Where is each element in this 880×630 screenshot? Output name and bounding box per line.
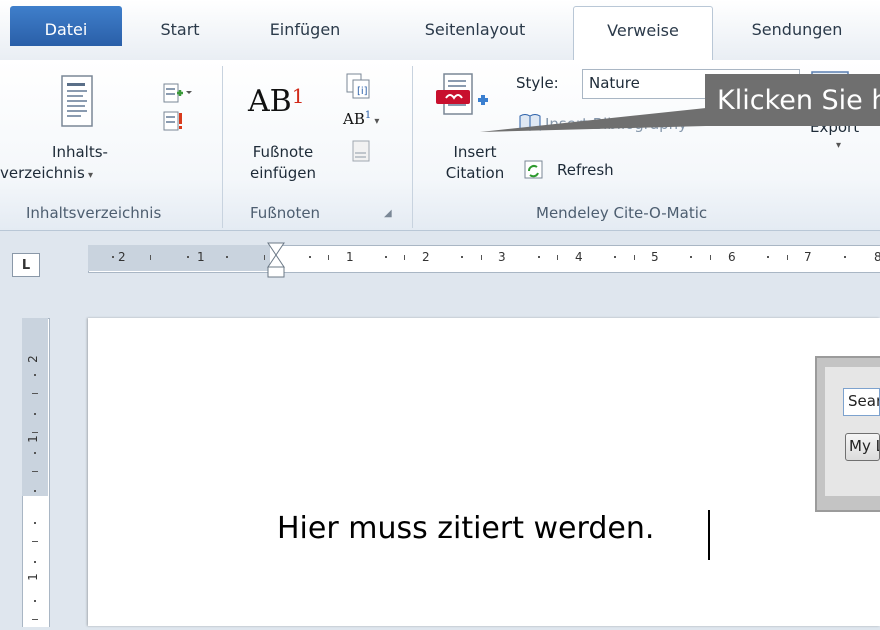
update-table-icon[interactable] bbox=[162, 110, 186, 134]
insert-endnote-icon[interactable]: [i] bbox=[345, 72, 373, 100]
callout-pointer bbox=[480, 104, 720, 134]
toc-button-label-2[interactable]: verzeichnis ▾ bbox=[0, 163, 150, 186]
insert-footnote-button[interactable]: Fußnote einfügen bbox=[240, 142, 326, 184]
document-text[interactable]: Hier muss zitiert werden. bbox=[277, 511, 654, 546]
dialog-launcher-icon[interactable]: ◢ bbox=[384, 208, 392, 219]
indent-marker-icon[interactable] bbox=[266, 241, 286, 279]
dropdown-arrow-icon: ▾ bbox=[84, 170, 93, 181]
group-separator bbox=[412, 66, 413, 228]
dropdown-arrow-icon: ▾ bbox=[836, 140, 842, 151]
refresh-button[interactable]: Refresh bbox=[557, 161, 614, 179]
group-label-mendeley: Mendeley Cite-O-Matic bbox=[536, 204, 708, 222]
footnote-label-line2: einfügen bbox=[250, 164, 316, 182]
vertical-ruler-ticks bbox=[22, 318, 48, 626]
tab-label: Sendungen bbox=[751, 20, 843, 39]
tab-label: Einfügen bbox=[269, 20, 341, 39]
tab-seitenlayout[interactable]: Seitenlayout bbox=[400, 6, 550, 60]
text-cursor bbox=[708, 510, 710, 560]
citation-dialog-body bbox=[825, 367, 880, 496]
style-label: Style: bbox=[516, 74, 559, 92]
footnote-ab-icon[interactable]: AB1 bbox=[248, 84, 318, 124]
tab-stop-selector[interactable]: L bbox=[12, 253, 40, 277]
group-label-footnotes: Fußnoten bbox=[250, 204, 321, 222]
tab-einfuegen[interactable]: Einfügen bbox=[245, 6, 365, 60]
refresh-icon bbox=[524, 160, 544, 180]
toc-button-label[interactable]: Inhalts- bbox=[30, 142, 130, 163]
search-input-value: Search bbox=[848, 392, 879, 410]
ruler-ticks bbox=[88, 245, 880, 271]
tab-verweise[interactable]: Verweise bbox=[573, 6, 713, 60]
tab-start[interactable]: Start bbox=[140, 6, 220, 60]
tab-label: Datei bbox=[44, 20, 88, 39]
insert-citation-button[interactable]: Insert Citation bbox=[438, 142, 512, 184]
document-page[interactable] bbox=[88, 318, 880, 626]
table-of-contents-icon[interactable] bbox=[60, 74, 96, 130]
next-footnote-icon[interactable]: AB1 ▾ bbox=[343, 110, 399, 138]
citation-search-input[interactable]: Search bbox=[843, 388, 880, 416]
callout-tooltip: Klicken Sie hier bbox=[705, 74, 880, 126]
show-notes-icon[interactable] bbox=[352, 140, 372, 164]
style-value: Nature bbox=[589, 74, 640, 92]
add-text-icon[interactable] bbox=[162, 82, 194, 104]
toc-label-line2: verzeichnis bbox=[0, 164, 85, 182]
group-separator bbox=[222, 66, 223, 228]
toc-label-line1: Inhalts- bbox=[52, 143, 108, 161]
callout-text: Klicken Sie hier bbox=[717, 84, 880, 116]
svg-text:[i]: [i] bbox=[357, 86, 368, 97]
my-library-button[interactable]: My Library bbox=[845, 433, 880, 461]
group-label-toc: Inhaltsverzeichnis bbox=[26, 204, 162, 222]
tab-label: Seitenlayout bbox=[424, 20, 526, 39]
tab-label: Verweise bbox=[607, 21, 679, 40]
tab-datei[interactable]: Datei bbox=[10, 6, 122, 46]
tab-label: Start bbox=[160, 20, 200, 39]
footnote-label-line1: Fußnote bbox=[252, 143, 314, 161]
citation-label-line2: Citation bbox=[445, 164, 505, 182]
citation-label-line1: Insert bbox=[453, 143, 497, 161]
my-library-label: My Library bbox=[849, 437, 879, 455]
tab-sendungen[interactable]: Sendungen bbox=[722, 6, 872, 60]
ribbon-tab-bar: Datei Start Einfügen Seitenlayout Verwei… bbox=[0, 0, 880, 61]
